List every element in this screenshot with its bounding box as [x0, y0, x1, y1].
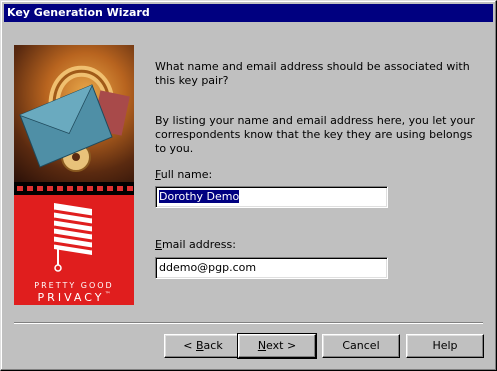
help-button[interactable]: Help — [406, 334, 484, 358]
email-label-rest: mail address: — [161, 238, 236, 251]
next-button[interactable]: Next > — [237, 333, 317, 359]
brand-line-2: PRIVACY™ — [14, 291, 134, 304]
full-name-field[interactable]: Dorothy Demo — [155, 186, 388, 208]
full-name-label: Full name: — [155, 168, 213, 181]
full-name-label-rest: ull name: — [160, 168, 213, 181]
cancel-button[interactable]: Cancel — [322, 334, 400, 358]
film-strip — [14, 182, 134, 195]
prompt-explanation: By listing your name and email address h… — [155, 114, 475, 155]
title-bar[interactable]: Key Generation Wizard — [4, 4, 493, 22]
email-value: ddemo@pgp.com — [159, 261, 257, 274]
window-title: Key Generation Wizard — [7, 6, 150, 19]
prompt-question: What name and email address should be as… — [155, 60, 470, 87]
back-button[interactable]: < Back — [164, 334, 242, 358]
pgp-logo-panel: PRETTY GOOD PRIVACY™ — [14, 195, 134, 305]
pgp-illustration: PRETTY GOOD PRIVACY™ — [14, 45, 134, 305]
padlock-envelope-icon — [19, 65, 130, 172]
pgp-flag-logo-icon — [53, 203, 93, 272]
full-name-value: Dorothy Demo — [159, 190, 240, 203]
brand-line-1: PRETTY GOOD — [34, 281, 114, 290]
email-label: Email address: — [155, 238, 236, 251]
button-divider — [14, 322, 483, 324]
trademark-symbol: ™ — [104, 291, 111, 298]
email-field[interactable]: ddemo@pgp.com — [155, 257, 388, 279]
lock-envelope-image — [14, 45, 134, 182]
brand-name: PRIVACY — [37, 291, 105, 304]
